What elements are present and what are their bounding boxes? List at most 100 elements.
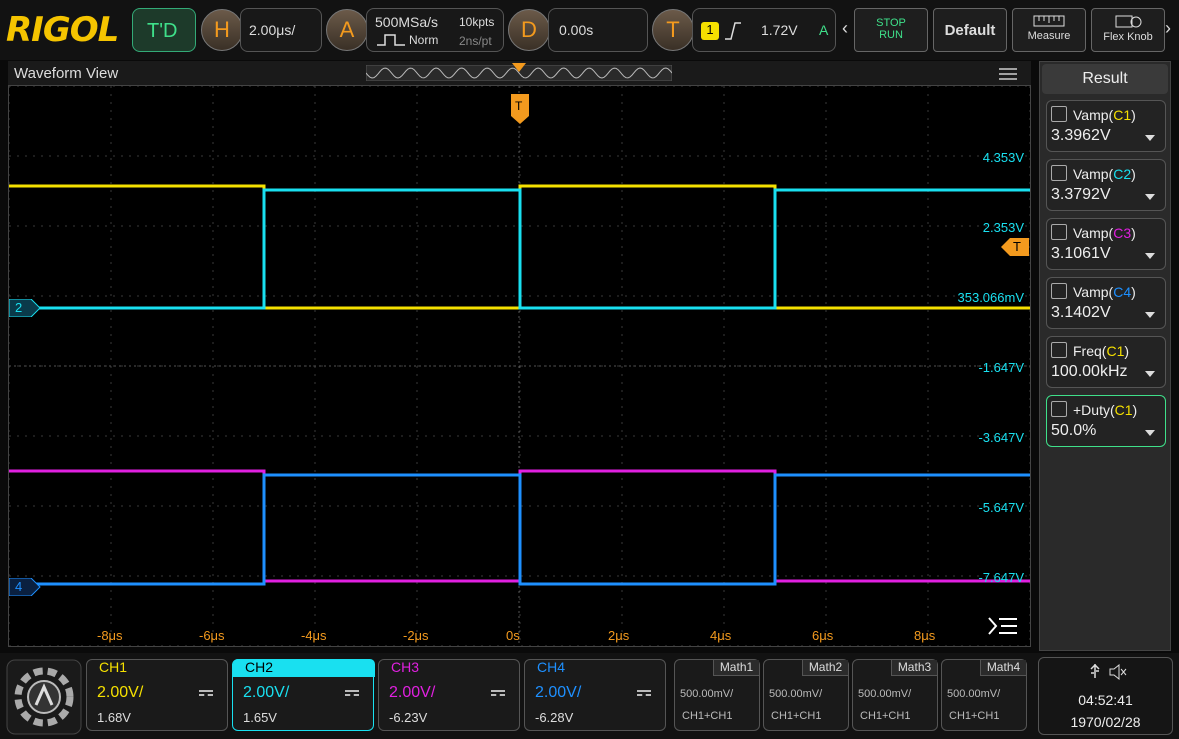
collapse-menu-icon[interactable] [987,616,1019,636]
measure-item-icon [1051,342,1067,358]
delay-button[interactable]: 0.00s [548,8,648,52]
horizontal-scale-value: 2.00μs/ [249,22,296,38]
voltage-label: 2.353V [982,220,1024,235]
time-label: 2μs [608,628,630,643]
channel-offset: -6.23V [389,710,428,725]
math-4-panel[interactable]: Math4 500.00mV/CH1+CH1 [941,659,1027,731]
result-title: Result [1042,64,1168,94]
rigol-home-icon[interactable] [6,659,82,735]
math-source: CH1+CH1 [682,710,733,722]
trigger-mode-label: T'D [147,20,178,42]
channel-scale: 2.00V/ [97,684,144,701]
acquisition-mode: Norm [409,33,439,47]
channel-name: CH3 [391,659,420,675]
voltage-label: -7.647V [978,570,1024,585]
time-label: 8μs [914,628,936,643]
result-item[interactable]: Vamp(C3) 3.1061V [1046,218,1166,270]
menu-icon[interactable] [998,67,1018,81]
measure-item-icon [1051,224,1067,240]
run-stop-button[interactable]: STOP RUN [854,8,928,52]
waveform-plot[interactable]: T T 2 4 4.353V 2.353V 353.066mV -1.647V -3.6… [8,85,1031,647]
ch2-offset-marker[interactable]: 2 [8,298,41,318]
result-value: 3.3792V [1051,186,1111,203]
trigger-status: A [819,22,829,38]
trigger-time-marker[interactable]: T [511,94,529,124]
channel-offset: 1.65V [243,710,277,725]
memory-depth: 10kpts [459,15,495,29]
measure-button[interactable]: Measure [1012,8,1086,52]
default-button[interactable]: Default [933,8,1007,52]
waveform-header: Waveform View [8,61,1031,85]
time-label: -2μs [403,628,429,643]
horizontal-icon[interactable]: H [201,9,243,51]
channel-2-panel[interactable]: CH2 2.00V/1.65V [232,659,375,731]
traces [9,184,1030,586]
math-3-panel[interactable]: Math3 500.00mV/CH1+CH1 [852,659,938,731]
time-label: -8μs [97,628,123,643]
trigger-mode-button[interactable]: T'D [132,8,196,52]
dropdown-icon[interactable] [1145,312,1155,318]
math-name: Math3 [891,660,937,676]
math-source: CH1+CH1 [949,710,1000,722]
result-item[interactable]: Freq(C1) 100.00kHz [1046,336,1166,388]
dropdown-icon[interactable] [1145,371,1155,377]
usb-icon [1090,664,1100,678]
math-2-panel[interactable]: Math2 500.00mV/CH1+CH1 [763,659,849,731]
channel-4-panel[interactable]: CH4 2.00V/ -6.28V [524,659,666,731]
ch2-trace [9,188,1030,310]
dropdown-icon[interactable] [1145,135,1155,141]
channel-offset: -6.28V [535,710,574,725]
voltage-label: -1.647V [978,360,1024,375]
flex-knob-button[interactable]: Flex Knob [1091,8,1165,52]
measure-item-icon [1051,106,1067,122]
channel-name: CH2 [233,659,375,677]
result-item[interactable]: Vamp(C2) 3.3792V [1046,159,1166,211]
delay-value: 0.00s [559,22,594,38]
math-1-panel[interactable]: Math1 500.00mV/CH1+CH1 [674,659,760,731]
trigger-level-marker[interactable]: T [1001,238,1029,256]
channel-1-panel[interactable]: CH1 2.00V/1.68V [86,659,228,731]
oscilloscope-screen: RIGOL T'D H 2.00μs/ A 500MSa/s 10kpts No… [0,0,1179,739]
result-item[interactable]: +Duty(C1) 50.0% [1046,395,1166,447]
trigger-source-badge: 1 [701,22,719,40]
acquire-button[interactable]: 500MSa/s 10kpts Norm 2ns/pt [366,8,504,52]
clock-date: 1970/02/28 [1070,714,1141,730]
scroll-left-icon[interactable]: ‹ [842,18,848,39]
speaker-mute-icon[interactable] [1109,664,1127,680]
flex-knob-label: Flex Knob [1103,31,1153,43]
time-label: -6μs [199,628,225,643]
trigger-level: 1.72V [761,22,798,38]
time-per-point: 2ns/pt [459,34,492,48]
trigger-position-marker-icon [512,63,526,72]
dropdown-icon[interactable] [1145,430,1155,436]
channel-3-panel[interactable]: CH3 2.00V/ -6.23V [378,659,520,731]
knob-icon [1115,15,1142,28]
dropdown-icon[interactable] [1145,253,1155,259]
channel-scale: 2.00V/ [243,684,290,701]
delay-icon[interactable]: D [508,9,550,51]
top-toolbar: RIGOL T'D H 2.00μs/ A 500MSa/s 10kpts No… [0,0,1179,60]
dropdown-icon[interactable] [1145,194,1155,200]
result-name: Vamp(C1) [1073,107,1136,123]
ch4-trace [9,473,1030,586]
result-value: 3.1061V [1051,245,1111,262]
math-source: CH1+CH1 [860,710,911,722]
result-name: Vamp(C4) [1073,284,1136,300]
horizontal-scale-button[interactable]: 2.00μs/ [240,8,322,52]
trigger-icon[interactable]: T [652,9,694,51]
trigger-button[interactable]: 1 1.72V A [692,8,836,52]
channel-scale: 2.00V/ [389,684,436,701]
ch4-offset-marker[interactable]: 4 [8,577,41,597]
run-label: RUN [879,29,903,41]
result-value: 3.3962V [1051,127,1111,144]
time-label: 4μs [710,628,732,643]
channel-scale: 2.00V/ [535,684,582,701]
acquire-icon[interactable]: A [326,9,368,51]
result-name: Vamp(C2) [1073,166,1136,182]
result-name: Freq(C1) [1073,343,1130,359]
result-item[interactable]: Vamp(C4) 3.1402V [1046,277,1166,329]
scroll-right-icon[interactable]: › [1165,18,1171,39]
result-item[interactable]: Vamp(C1) 3.3962V [1046,100,1166,152]
math-scale: 500.00mV/ [947,688,1001,700]
dc-coupling-icon [637,690,651,696]
